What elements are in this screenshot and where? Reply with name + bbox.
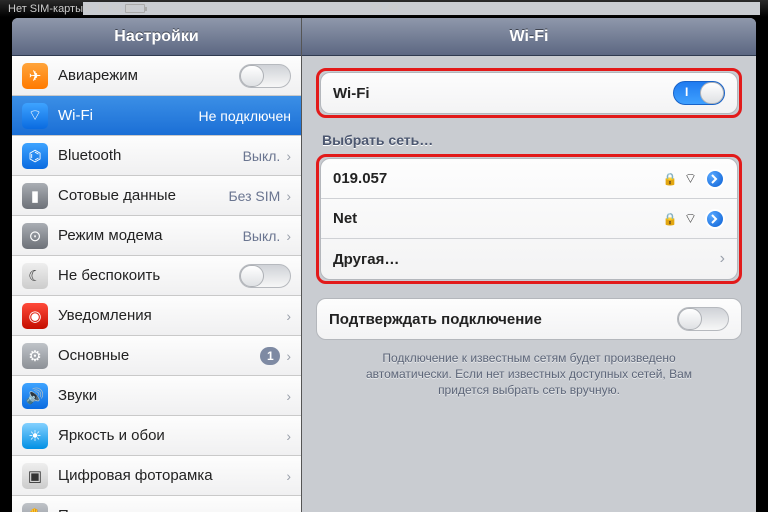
gear-icon: ⚙: [22, 343, 48, 369]
annotation-highlight: Wi-Fi: [316, 68, 742, 118]
wifi-toggle-group: Wi-Fi: [320, 72, 738, 114]
chevron-right-icon: ›: [286, 508, 291, 512]
sidebar-item-notifications[interactable]: ◉ Уведомления ›: [12, 296, 301, 336]
sidebar-item-label: Сотовые данные: [58, 187, 222, 204]
network-ssid: Net: [333, 210, 663, 227]
sidebar-item-wifi[interactable]: ⌔ Wi-Fi Не подключен: [12, 96, 301, 136]
settings-sidebar: Настройки ✈ Авиарежим ⌔ Wi-Fi Не подключ…: [12, 18, 302, 512]
battery-percent: 19 %: [96, 3, 121, 15]
hand-icon: ✋: [22, 503, 48, 512]
sidebar-item-label: Режим модема: [58, 227, 237, 244]
wifi-toggle-row[interactable]: Wi-Fi: [321, 73, 737, 113]
sidebar-item-label: Bluetooth: [58, 147, 237, 164]
moon-icon: ☾: [22, 263, 48, 289]
carrier-text: Нет SIM-карты: [8, 3, 83, 15]
clock: 23:40: [370, 3, 398, 15]
ask-join-row[interactable]: Подтверждать подключение: [317, 299, 741, 339]
chevron-right-icon: ›: [720, 250, 725, 268]
picture-frame-icon: ▣: [22, 463, 48, 489]
network-row[interactable]: 019.057 🔒 ⌔: [321, 159, 737, 199]
sidebar-item-cellular[interactable]: ▮ Сотовые данные Без SIM ›: [12, 176, 301, 216]
sidebar-item-hotspot[interactable]: ⊙ Режим модема Выкл. ›: [12, 216, 301, 256]
chevron-right-icon: ›: [286, 348, 291, 364]
sidebar-item-label: Цифровая фоторамка: [58, 467, 280, 484]
wifi-signal-icon: ⌔: [684, 170, 697, 188]
wifi-detail-pane: Wi-Fi Wi-Fi Выбрать сеть… 019.057 🔒 ⌔: [302, 18, 756, 512]
network-ssid: 019.057: [333, 170, 663, 187]
cellular-icon: ▮: [22, 183, 48, 209]
network-other-label: Другая…: [333, 251, 720, 268]
network-list: 019.057 🔒 ⌔ Net 🔒 ⌔: [320, 158, 738, 280]
sidebar-item-value: Не подключен: [199, 108, 291, 124]
update-badge: 1: [260, 347, 280, 365]
ask-join-group: Подтверждать подключение: [316, 298, 742, 340]
sidebar-title: Настройки: [12, 18, 301, 56]
chevron-right-icon: ›: [286, 228, 291, 244]
sidebar-item-value: Выкл.: [243, 228, 281, 244]
annotation-highlight: 019.057 🔒 ⌔ Net 🔒 ⌔: [316, 154, 742, 284]
sidebar-item-sounds[interactable]: 🔊 Звуки ›: [12, 376, 301, 416]
sidebar-item-brightness[interactable]: ☀ Яркость и обои ›: [12, 416, 301, 456]
lock-icon: 🔒: [663, 172, 678, 186]
wifi-signal-icon: ⌔: [684, 210, 697, 228]
sidebar-item-general[interactable]: ⚙ Основные 1 ›: [12, 336, 301, 376]
ask-join-switch[interactable]: [677, 307, 729, 331]
sidebar-item-pictureframe[interactable]: ▣ Цифровая фоторамка ›: [12, 456, 301, 496]
sidebar-item-label: Wi-Fi: [58, 107, 193, 124]
ask-join-footer: Подключение к известным сетям будет прои…: [316, 340, 742, 409]
hotspot-icon: ⊙: [22, 223, 48, 249]
chevron-right-icon: ›: [286, 388, 291, 404]
detail-title: Wi-Fi: [302, 18, 756, 56]
settings-list[interactable]: ✈ Авиарежим ⌔ Wi-Fi Не подключен ⌬ Bluet…: [12, 56, 301, 512]
sidebar-item-label: Не беспокоить: [58, 267, 239, 284]
sidebar-item-bluetooth[interactable]: ⌬ Bluetooth Выкл. ›: [12, 136, 301, 176]
airplane-switch[interactable]: [239, 64, 291, 88]
network-info-button[interactable]: [705, 169, 725, 189]
ask-join-label: Подтверждать подключение: [329, 311, 677, 328]
airplane-icon: ✈: [22, 63, 48, 89]
lock-icon: 🔒: [663, 212, 678, 226]
wifi-switch[interactable]: [673, 81, 725, 105]
network-row[interactable]: Net 🔒 ⌔: [321, 199, 737, 239]
sidebar-item-label: Яркость и обои: [58, 427, 280, 444]
chevron-right-icon: ›: [286, 428, 291, 444]
battery-icon: [125, 4, 145, 13]
chevron-right-icon: ›: [286, 468, 291, 484]
sidebar-item-label: Основные: [58, 347, 260, 364]
chevron-right-icon: ›: [286, 148, 291, 164]
sidebar-item-value: Без SIM: [228, 188, 280, 204]
dnd-switch[interactable]: [239, 264, 291, 288]
sidebar-item-dnd[interactable]: ☾ Не беспокоить: [12, 256, 301, 296]
wifi-icon: ⌔: [22, 103, 48, 129]
sidebar-item-label: Авиарежим: [58, 67, 239, 84]
network-row-other[interactable]: Другая… ›: [321, 239, 737, 279]
speaker-icon: 🔊: [22, 383, 48, 409]
wifi-toggle-label: Wi-Fi: [333, 85, 673, 102]
sidebar-item-label: Уведомления: [58, 307, 280, 324]
sidebar-item-value: Выкл.: [243, 148, 281, 164]
sidebar-item-label: Звуки: [58, 387, 280, 404]
status-bar: Нет SIM-карты 23:40 ⟳ 19 %: [0, 0, 768, 18]
sidebar-item-airplane[interactable]: ✈ Авиарежим: [12, 56, 301, 96]
chevron-right-icon: ›: [286, 308, 291, 324]
orientation-lock-icon: ⟳: [83, 2, 92, 15]
network-info-button[interactable]: [705, 209, 725, 229]
brightness-icon: ☀: [22, 423, 48, 449]
notifications-icon: ◉: [22, 303, 48, 329]
choose-network-label: Выбрать сеть…: [316, 118, 742, 154]
sidebar-item-privacy[interactable]: ✋ Приватность ›: [12, 496, 301, 512]
chevron-right-icon: ›: [286, 188, 291, 204]
sidebar-item-label: Приватность: [58, 507, 280, 512]
bluetooth-icon: ⌬: [22, 143, 48, 169]
